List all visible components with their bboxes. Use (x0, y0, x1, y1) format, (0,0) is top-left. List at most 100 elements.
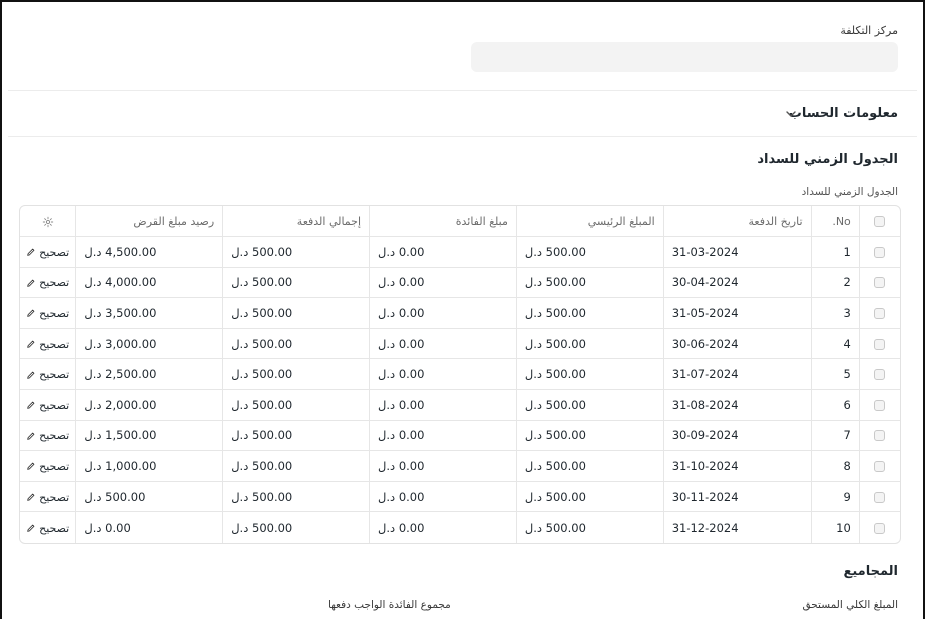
edit-button[interactable]: تصحيح (26, 399, 69, 412)
balance-cell[interactable]: 0.00 د.ل (75, 512, 222, 543)
payment-date-cell[interactable]: 31-03-2024 (662, 237, 811, 268)
payment-date-cell[interactable]: 31-08-2024 (662, 389, 811, 421)
table-row[interactable]: 5 31-07-2024 500.00 د.ل 0.00 د.ل 500.00 د.ل 2… (20, 359, 900, 390)
row-checkbox[interactable] (874, 338, 886, 350)
balance-cell[interactable]: 2,000.00 د.ل (75, 389, 223, 421)
payment-date-cell[interactable]: 31-05-2024 (662, 298, 811, 329)
row-checkbox[interactable] (874, 460, 886, 472)
principal-cell[interactable]: 500.00 د.ل (515, 451, 663, 482)
table-row[interactable]: 3 31-05-2024 500.00 د.ل 0.00 د.ل 500.00 د.ل 3… (20, 298, 900, 329)
total-payment-cell[interactable]: 500.00 د.ل (222, 328, 370, 360)
principal-cell[interactable]: 500.00 د.ل (515, 420, 663, 452)
table-row[interactable]: 7 30-09-2024 500.00 د.ل 0.00 د.ل 500.00 د.ل 1… (20, 420, 900, 452)
total-payment-cell[interactable]: 500.00 د.ل (222, 237, 370, 268)
interest-cell[interactable]: 0.00 د.ل (369, 420, 516, 452)
principal-cell[interactable]: 500.00 د.ل (515, 359, 663, 390)
interest-cell[interactable]: 0.00 د.ل (369, 267, 516, 299)
edit-button[interactable]: تصحيح (26, 491, 69, 504)
chevron-down-icon[interactable] (784, 107, 798, 121)
payment-date-cell[interactable]: 31-12-2024 (662, 512, 811, 543)
principal-cell[interactable]: 500.00 د.ل (515, 389, 663, 421)
row-no: 5 (810, 359, 859, 390)
row-select-cell (858, 451, 900, 482)
payment-date-cell[interactable]: 30-06-2024 (662, 328, 811, 360)
col-header-date: تاريخ الدفعة (662, 206, 811, 237)
select-all-checkbox[interactable] (874, 216, 886, 227)
repayment-schedule-table: No. تاريخ الدفعة المبلغ الرئيسي مبلغ الف… (19, 205, 901, 544)
cost-center-label: مركز التكلفة (840, 24, 898, 37)
interest-cell[interactable]: 0.00 د.ل (369, 481, 516, 513)
row-select-cell (858, 512, 900, 543)
balance-cell[interactable]: 1,000.00 د.ل (75, 451, 223, 482)
edit-button[interactable]: تصحيح (26, 276, 69, 289)
edit-button[interactable]: تصحيح (26, 246, 69, 259)
cost-center-input[interactable] (471, 42, 898, 72)
interest-cell[interactable]: 0.00 د.ل (369, 328, 516, 360)
divider (8, 90, 917, 91)
edit-button[interactable]: تصحيح (26, 460, 69, 473)
row-checkbox[interactable] (874, 307, 886, 319)
principal-cell[interactable]: 500.00 د.ل (515, 237, 663, 268)
row-checkbox[interactable] (874, 430, 886, 442)
row-checkbox[interactable] (874, 369, 886, 381)
principal-cell[interactable]: 500.00 د.ل (515, 512, 663, 543)
row-edit-cell: تصحيح (20, 298, 76, 329)
gear-icon[interactable] (42, 216, 54, 228)
payment-date-cell[interactable]: 30-09-2024 (662, 420, 811, 452)
interest-cell[interactable]: 0.00 د.ل (369, 359, 516, 390)
row-checkbox[interactable] (874, 246, 886, 258)
row-checkbox[interactable] (874, 491, 886, 503)
table-row[interactable]: 6 31-08-2024 500.00 د.ل 0.00 د.ل 500.00 د.ل 2… (20, 389, 900, 421)
payment-date-cell[interactable]: 31-10-2024 (662, 451, 811, 482)
edit-button[interactable]: تصحيح (26, 522, 69, 535)
balance-cell[interactable]: 2,500.00 د.ل (75, 359, 223, 390)
principal-cell[interactable]: 500.00 د.ل (515, 481, 663, 513)
edit-button[interactable]: تصحيح (26, 307, 69, 320)
row-no: 9 (810, 481, 859, 513)
total-payment-cell[interactable]: 500.00 د.ل (222, 512, 369, 543)
total-payment-cell[interactable]: 500.00 د.ل (222, 451, 370, 482)
total-payment-cell[interactable]: 500.00 د.ل (222, 359, 370, 390)
edit-label: تصحيح (39, 276, 70, 290)
total-amount-label: المبلغ الكلي المستحق (802, 599, 899, 611)
row-select-cell (858, 298, 900, 329)
balance-cell[interactable]: 1,500.00 د.ل (75, 420, 223, 452)
payment-date-cell[interactable]: 30-04-2024 (662, 267, 811, 299)
row-select-cell (858, 237, 900, 268)
total-payment-cell[interactable]: 500.00 د.ل (222, 481, 370, 513)
balance-cell[interactable]: 4,500.00 د.ل (75, 237, 223, 268)
table-row[interactable]: 8 31-10-2024 500.00 د.ل 0.00 د.ل 500.00 د.ل 1… (20, 451, 900, 482)
edit-button[interactable]: تصحيح (26, 338, 69, 351)
row-select-cell (858, 267, 900, 299)
table-row[interactable]: 4 30-06-2024 500.00 د.ل 0.00 د.ل 500.00 د.ل 3… (20, 328, 900, 360)
balance-cell[interactable]: 3,500.00 د.ل (75, 298, 223, 329)
row-checkbox[interactable] (874, 277, 886, 289)
payment-date-cell[interactable]: 30-11-2024 (662, 481, 811, 513)
interest-cell[interactable]: 0.00 د.ل (369, 298, 516, 329)
table-row[interactable]: 10 31-12-2024 500.00 د.ل 0.00 د.ل 500.00 د.ل… (20, 512, 900, 543)
principal-cell[interactable]: 500.00 د.ل (515, 267, 663, 299)
total-payment-cell[interactable]: 500.00 د.ل (222, 389, 370, 421)
interest-cell[interactable]: 0.00 د.ل (369, 512, 516, 543)
principal-cell[interactable]: 500.00 د.ل (515, 298, 663, 329)
total-payment-cell[interactable]: 500.00 د.ل (222, 267, 370, 299)
total-payment-cell[interactable]: 500.00 د.ل (222, 298, 370, 329)
edit-button[interactable]: تصحيح (26, 429, 69, 442)
interest-cell[interactable]: 0.00 د.ل (369, 451, 516, 482)
edit-button[interactable]: تصحيح (26, 368, 69, 381)
balance-cell[interactable]: 4,000.00 د.ل (75, 267, 223, 299)
total-payment-cell[interactable]: 500.00 د.ل (222, 420, 370, 452)
account-info-section-header[interactable]: معلومات الحساب (789, 106, 898, 121)
table-row[interactable]: 1 31-03-2024 500.00 د.ل 0.00 د.ل 500.00 د.ل 4… (20, 237, 900, 268)
row-checkbox[interactable] (874, 399, 886, 411)
principal-cell[interactable]: 500.00 د.ل (515, 328, 663, 360)
table-row[interactable]: 9 30-11-2024 500.00 د.ل 0.00 د.ل 500.00 د.ل 5… (20, 481, 900, 513)
edit-label: تصحيح (39, 490, 70, 504)
balance-cell[interactable]: 500.00 د.ل (75, 481, 223, 513)
interest-cell[interactable]: 0.00 د.ل (369, 389, 516, 421)
row-checkbox[interactable] (874, 522, 886, 534)
interest-cell[interactable]: 0.00 د.ل (369, 237, 516, 268)
balance-cell[interactable]: 3,000.00 د.ل (75, 328, 223, 360)
payment-date-cell[interactable]: 31-07-2024 (662, 359, 811, 390)
table-row[interactable]: 2 30-04-2024 500.00 د.ل 0.00 د.ل 500.00 د.ل 4… (20, 267, 900, 299)
